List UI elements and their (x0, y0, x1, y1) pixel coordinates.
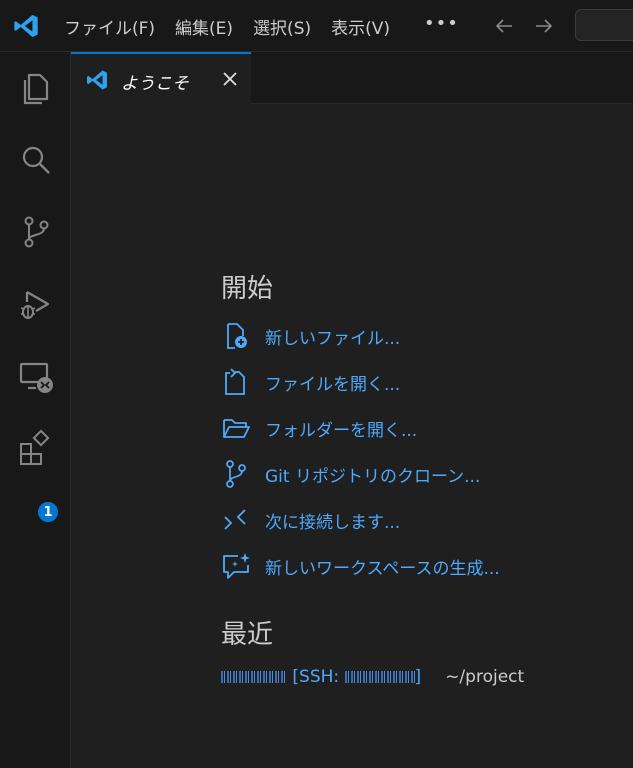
connect-to-link[interactable]: 次に接続します... (221, 502, 400, 538)
arrow-right-icon[interactable] (532, 14, 556, 38)
start-item-label: Git リポジトリのクローン... (265, 466, 481, 487)
open-file-link[interactable]: ファイルを開く... (221, 364, 400, 400)
recent-section-title: 最近 (221, 620, 274, 650)
tab-label: ようこそ (121, 74, 189, 94)
source-control-icon[interactable] (16, 212, 56, 252)
recent-item: [SSH: ] ~/project (221, 664, 524, 690)
new-file-link[interactable]: 新しいファイル... (221, 318, 400, 354)
start-item-label: ファイルを開く... (265, 374, 401, 395)
menu-view[interactable]: 表示(V) (323, 8, 398, 45)
new-file-icon (227, 323, 247, 349)
menu-edit[interactable]: 編集(E) (167, 8, 241, 45)
menu-bar: ファイル(F) 編集(E) 選択(S) 表示(V) (56, 0, 402, 52)
arrow-left-icon[interactable] (492, 14, 516, 38)
command-center-search[interactable] (575, 9, 633, 41)
extensions-badge: 1 (36, 500, 60, 524)
folder-icon (223, 419, 250, 438)
search-icon[interactable] (16, 140, 56, 180)
sparkle-chat-icon (223, 553, 250, 579)
recent-item-path: ~/project (445, 667, 525, 687)
tab-bar: ようこそ (71, 52, 633, 104)
git-branch-icon (226, 460, 246, 488)
activity-bar: 1 (0, 52, 71, 768)
start-item-label: フォルダーを開く... (265, 420, 418, 441)
menu-file[interactable]: ファイル(F) (56, 8, 163, 45)
open-file-icon (225, 368, 245, 395)
redacted-hostname (344, 671, 415, 683)
remote-explorer-icon[interactable] (16, 356, 56, 396)
tab-welcome[interactable]: ようこそ (71, 52, 251, 104)
remote-connect-icon (224, 509, 246, 530)
title-bar: ファイル(F) 編集(E) 選択(S) 表示(V) ••• (0, 0, 633, 52)
explorer-icon[interactable] (16, 68, 56, 108)
start-section-title: 開始 (221, 274, 274, 304)
close-icon[interactable] (219, 68, 241, 90)
git-clone-link[interactable]: Git リポジトリのクローン... (221, 456, 480, 492)
start-item-label: 次に接続します... (265, 512, 401, 533)
vscode-logo-icon (87, 70, 107, 90)
extensions-icon[interactable] (16, 428, 56, 468)
start-item-label: 新しいワークスペースの生成... (265, 558, 500, 579)
new-workspace-link[interactable]: 新しいワークスペースの生成... (221, 548, 500, 584)
open-folder-link[interactable]: フォルダーを開く... (221, 410, 417, 446)
vscode-logo-icon (14, 14, 38, 38)
more-menu-button[interactable]: ••• (424, 13, 459, 34)
start-item-label: 新しいファイル... (265, 328, 401, 349)
run-debug-icon[interactable] (16, 284, 56, 324)
redacted-hostname (221, 671, 287, 683)
recent-item-link[interactable]: [SSH: ] (221, 667, 421, 687)
menu-selection[interactable]: 選択(S) (245, 8, 319, 45)
